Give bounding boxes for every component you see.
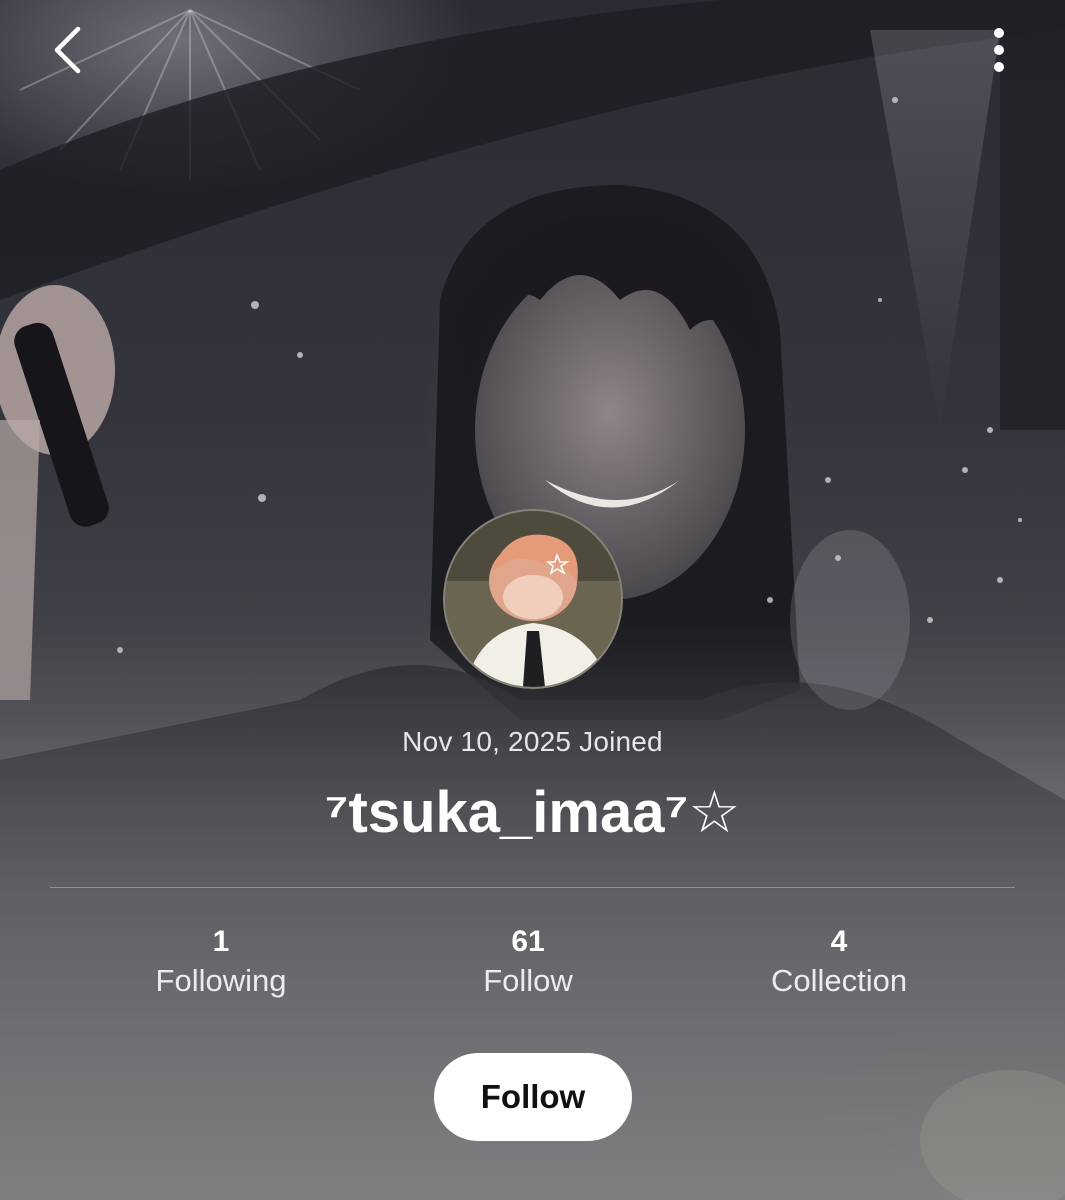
divider: [50, 887, 1015, 888]
more-vertical-icon: [994, 28, 1004, 72]
more-options-button[interactable]: [979, 22, 1019, 78]
stat-following[interactable]: 1 Following: [91, 924, 351, 1002]
profile-screen: Nov 10, 2025 Joined ⁷tsuka_imaa⁷☆ 1 Foll…: [0, 0, 1065, 1200]
stats-row: 1 Following 61 Follow 4 Collection: [0, 924, 1065, 1014]
follow-button[interactable]: Follow: [434, 1053, 632, 1141]
chevron-left-icon: [54, 26, 81, 74]
stat-collection[interactable]: 4 Collection: [709, 924, 969, 1002]
stat-followers-label: Follow: [483, 963, 573, 998]
stat-following-value: 1: [212, 925, 230, 958]
back-button[interactable]: [38, 20, 98, 80]
stat-collection-label: Collection: [770, 963, 908, 998]
joined-date: Nov 10, 2025 Joined: [402, 726, 663, 757]
stat-followers[interactable]: 61 Follow: [398, 924, 658, 1002]
avatar[interactable]: [443, 509, 623, 689]
stat-following-label: Following: [155, 963, 287, 998]
stat-followers-value: 61: [511, 925, 545, 958]
username: ⁷tsuka_imaa⁷☆: [324, 780, 741, 845]
stat-collection-value: 4: [830, 925, 848, 958]
avatar-image: [445, 511, 621, 687]
